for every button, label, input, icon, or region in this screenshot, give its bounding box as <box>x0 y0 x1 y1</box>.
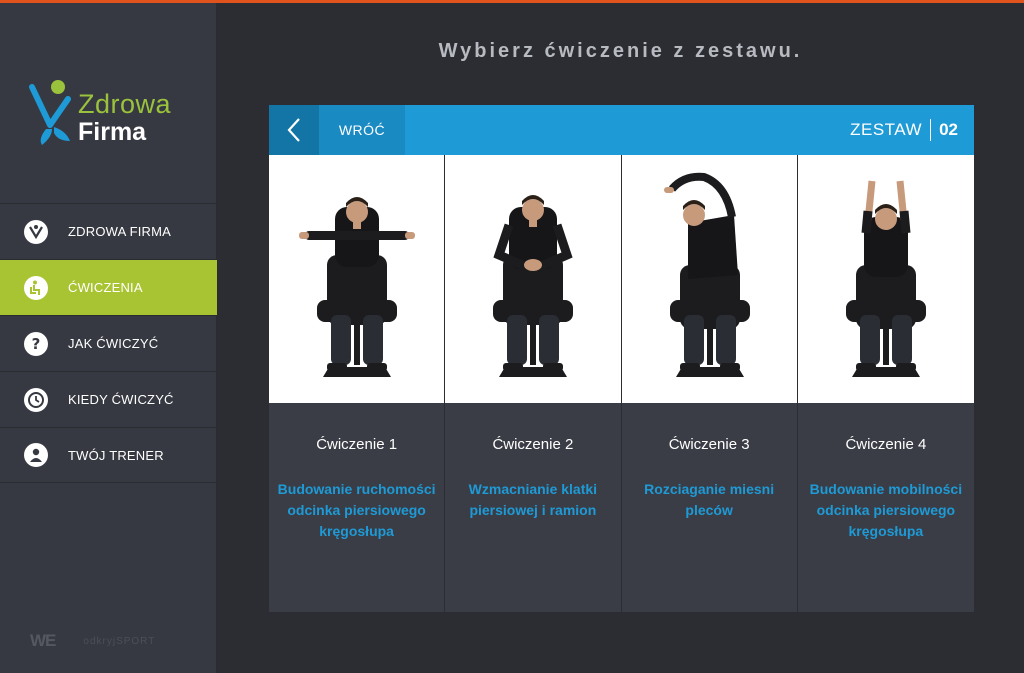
exercise-list: Ćwiczenie 1 Budowanie ruchomości odcinka… <box>269 155 974 612</box>
exercise-card-4[interactable]: Ćwiczenie 4 Budowanie mobilności odcinka… <box>797 155 974 612</box>
set-label: ZESTAW <box>850 120 923 139</box>
exercise-photo <box>445 155 621 403</box>
brand-word-2: Firma <box>78 118 147 146</box>
exercise-name: Ćwiczenie 2 <box>492 436 574 453</box>
exercise-set-panel: WRÓĆ ZESTAW 02 Ćwiczenie 1 Budowanie ruc… <box>269 105 974 612</box>
sidebar-item-label: ĆWICZENIA <box>68 280 143 295</box>
sidebar-nav: ZDROWA FIRMA ĆWICZENIA ? JAK ĆWICZYĆ KIE… <box>0 203 217 483</box>
odkryj-sport-logo: odkryjSPORT <box>83 635 156 647</box>
figure-icon <box>24 219 48 244</box>
panel-header: WRÓĆ ZESTAW 02 <box>269 105 974 155</box>
exercise-card-2[interactable]: Ćwiczenie 2 Wzmacnianie klatki piersiowe… <box>445 155 622 612</box>
exercise-description: Wzmacnianie klatki piersiowej i ramion <box>468 481 598 518</box>
sidebar-item-zdrowa-firma[interactable]: ZDROWA FIRMA <box>0 203 217 259</box>
sidebar-item-jak-cwiczyc[interactable]: ? JAK ĆWICZYĆ <box>0 315 217 371</box>
brand-word-1: Zdrowa <box>78 89 172 119</box>
exercise-name: Ćwiczenie 4 <box>845 436 927 453</box>
set-indicator: ZESTAW 02 <box>850 105 958 155</box>
sidebar-item-label: KIEDY ĆWICZYĆ <box>68 392 174 407</box>
footer-logos: WE odkryjSPORT <box>30 631 155 651</box>
exercise-name: Ćwiczenie 1 <box>316 436 398 453</box>
back-label[interactable]: WRÓĆ <box>319 105 405 155</box>
question-icon: ? <box>24 331 48 356</box>
brand-logo[interactable]: Zdrowa Firma <box>28 77 198 157</box>
divider <box>930 119 932 141</box>
chevron-left-icon <box>287 118 300 142</box>
clock-icon <box>24 387 48 412</box>
sidebar-item-label: ZDROWA FIRMA <box>68 224 172 239</box>
page-title: Wybierz ćwiczenie z zestawu. <box>438 40 803 62</box>
sidebar-item-cwiczenia[interactable]: ĆWICZENIA <box>0 259 217 315</box>
set-number: 02 <box>939 120 958 139</box>
exercise-description: Budowanie mobilności odcinka piersiowego… <box>809 481 963 539</box>
exercise-card-3[interactable]: Ćwiczenie 3 Rozciaganie miesni pleców <box>621 155 798 612</box>
exercise-card-1[interactable]: Ćwiczenie 1 Budowanie ruchomości odcinka… <box>269 155 446 612</box>
sidebar: Zdrowa Firma ZDROWA FIRMA ĆWICZENIA ? JA… <box>0 3 217 673</box>
exercise-description: Rozciaganie miesni pleców <box>644 481 775 518</box>
sidebar-item-twoj-trener[interactable]: TWÓJ TRENER <box>0 427 217 483</box>
sidebar-item-label: TWÓJ TRENER <box>68 447 164 463</box>
exercise-description: Budowanie ruchomości odcinka piersiowego… <box>277 481 436 539</box>
we-logo: WE <box>30 631 56 650</box>
brand-figure-icon <box>29 80 71 145</box>
back-button[interactable] <box>269 105 319 155</box>
sidebar-item-label: JAK ĆWICZYĆ <box>68 336 159 351</box>
sidebar-item-kiedy-cwiczyc[interactable]: KIEDY ĆWICZYĆ <box>0 371 217 427</box>
user-icon <box>24 443 48 467</box>
exercise-photo <box>797 155 974 403</box>
seated-exercise-icon <box>24 275 48 300</box>
exercise-photo <box>621 155 797 403</box>
exercise-photo <box>269 155 445 403</box>
exercise-name: Ćwiczenie 3 <box>668 436 750 453</box>
